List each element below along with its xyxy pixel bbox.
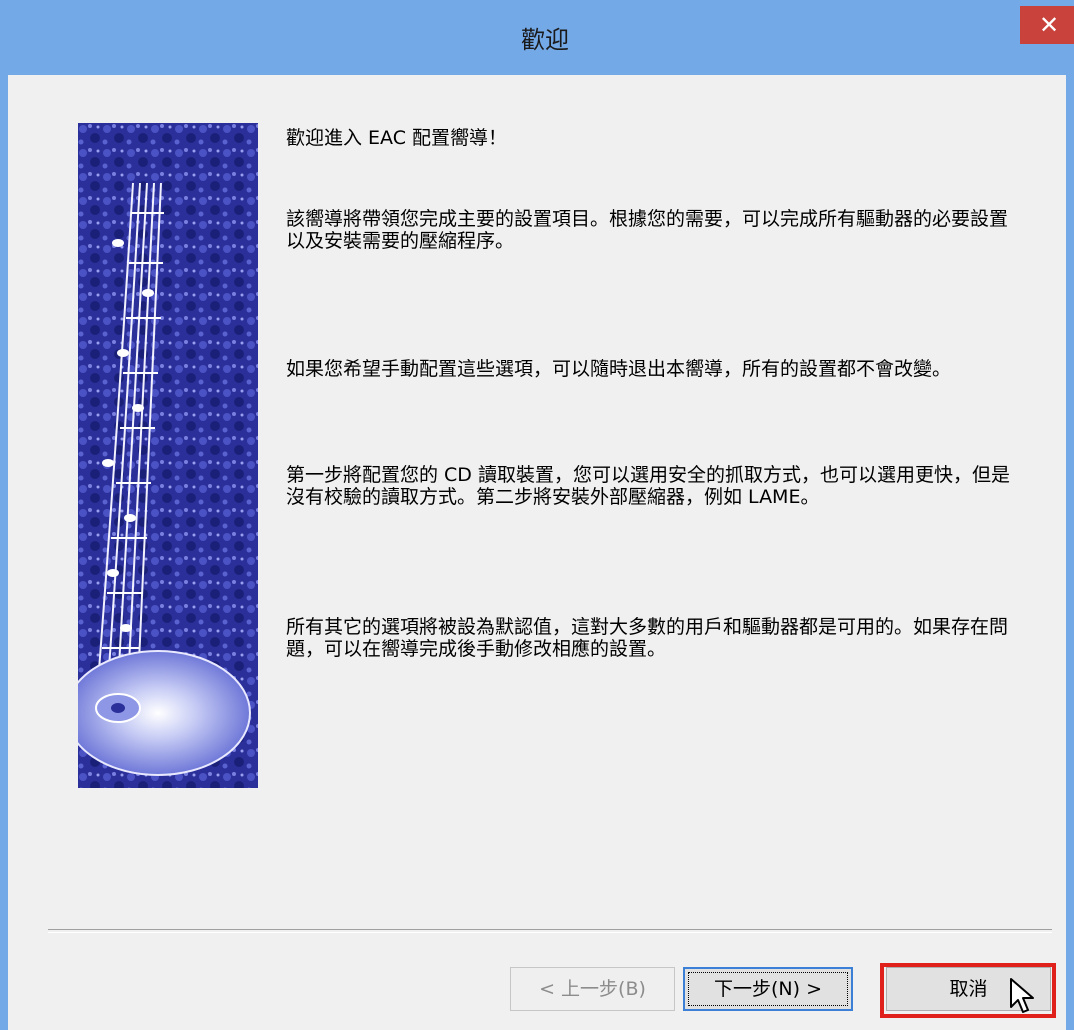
mouse-cursor-icon (1010, 978, 1034, 1013)
manual-config-paragraph: 如果您希望手動配置這些選項，可以隨時退出本嚮導，所有的設置都不會改變。 (286, 358, 952, 380)
title-bar[interactable]: 歡迎 ✕ (8, 0, 1074, 75)
wizard-window: 歡迎 ✕ 歡迎進入 EAC 配置嚮導！ 該嚮導將帶領您完成主要的設置項目。根據您… (0, 0, 1074, 1030)
steps-paragraph: 第一步將配置您的 CD 讀取裝置，您可以選用安全的抓取方式，也可以選用更快，但是… (286, 464, 1010, 508)
welcome-heading: 歡迎進入 EAC 配置嚮導！ (286, 127, 508, 149)
button-separator (48, 929, 1052, 933)
intro-paragraph: 該嚮導將帶領您完成主要的設置項目。根據您的需要，可以完成所有驅動器的必要設置以及… (286, 208, 1009, 252)
close-button[interactable]: ✕ (1020, 6, 1074, 44)
next-button[interactable]: 下一步(N) > (683, 967, 853, 1011)
defaults-paragraph: 所有其它的選項將被設為默認值，這對大多數的用戶和驅動器都是可用的。如果存在問題，… (286, 616, 1009, 660)
back-button[interactable]: < 上一步(B) (510, 967, 675, 1011)
wizard-side-image (78, 123, 258, 788)
focus-rectangle (688, 972, 848, 1006)
close-icon: ✕ (1038, 11, 1060, 39)
window-title: 歡迎 (521, 26, 569, 54)
